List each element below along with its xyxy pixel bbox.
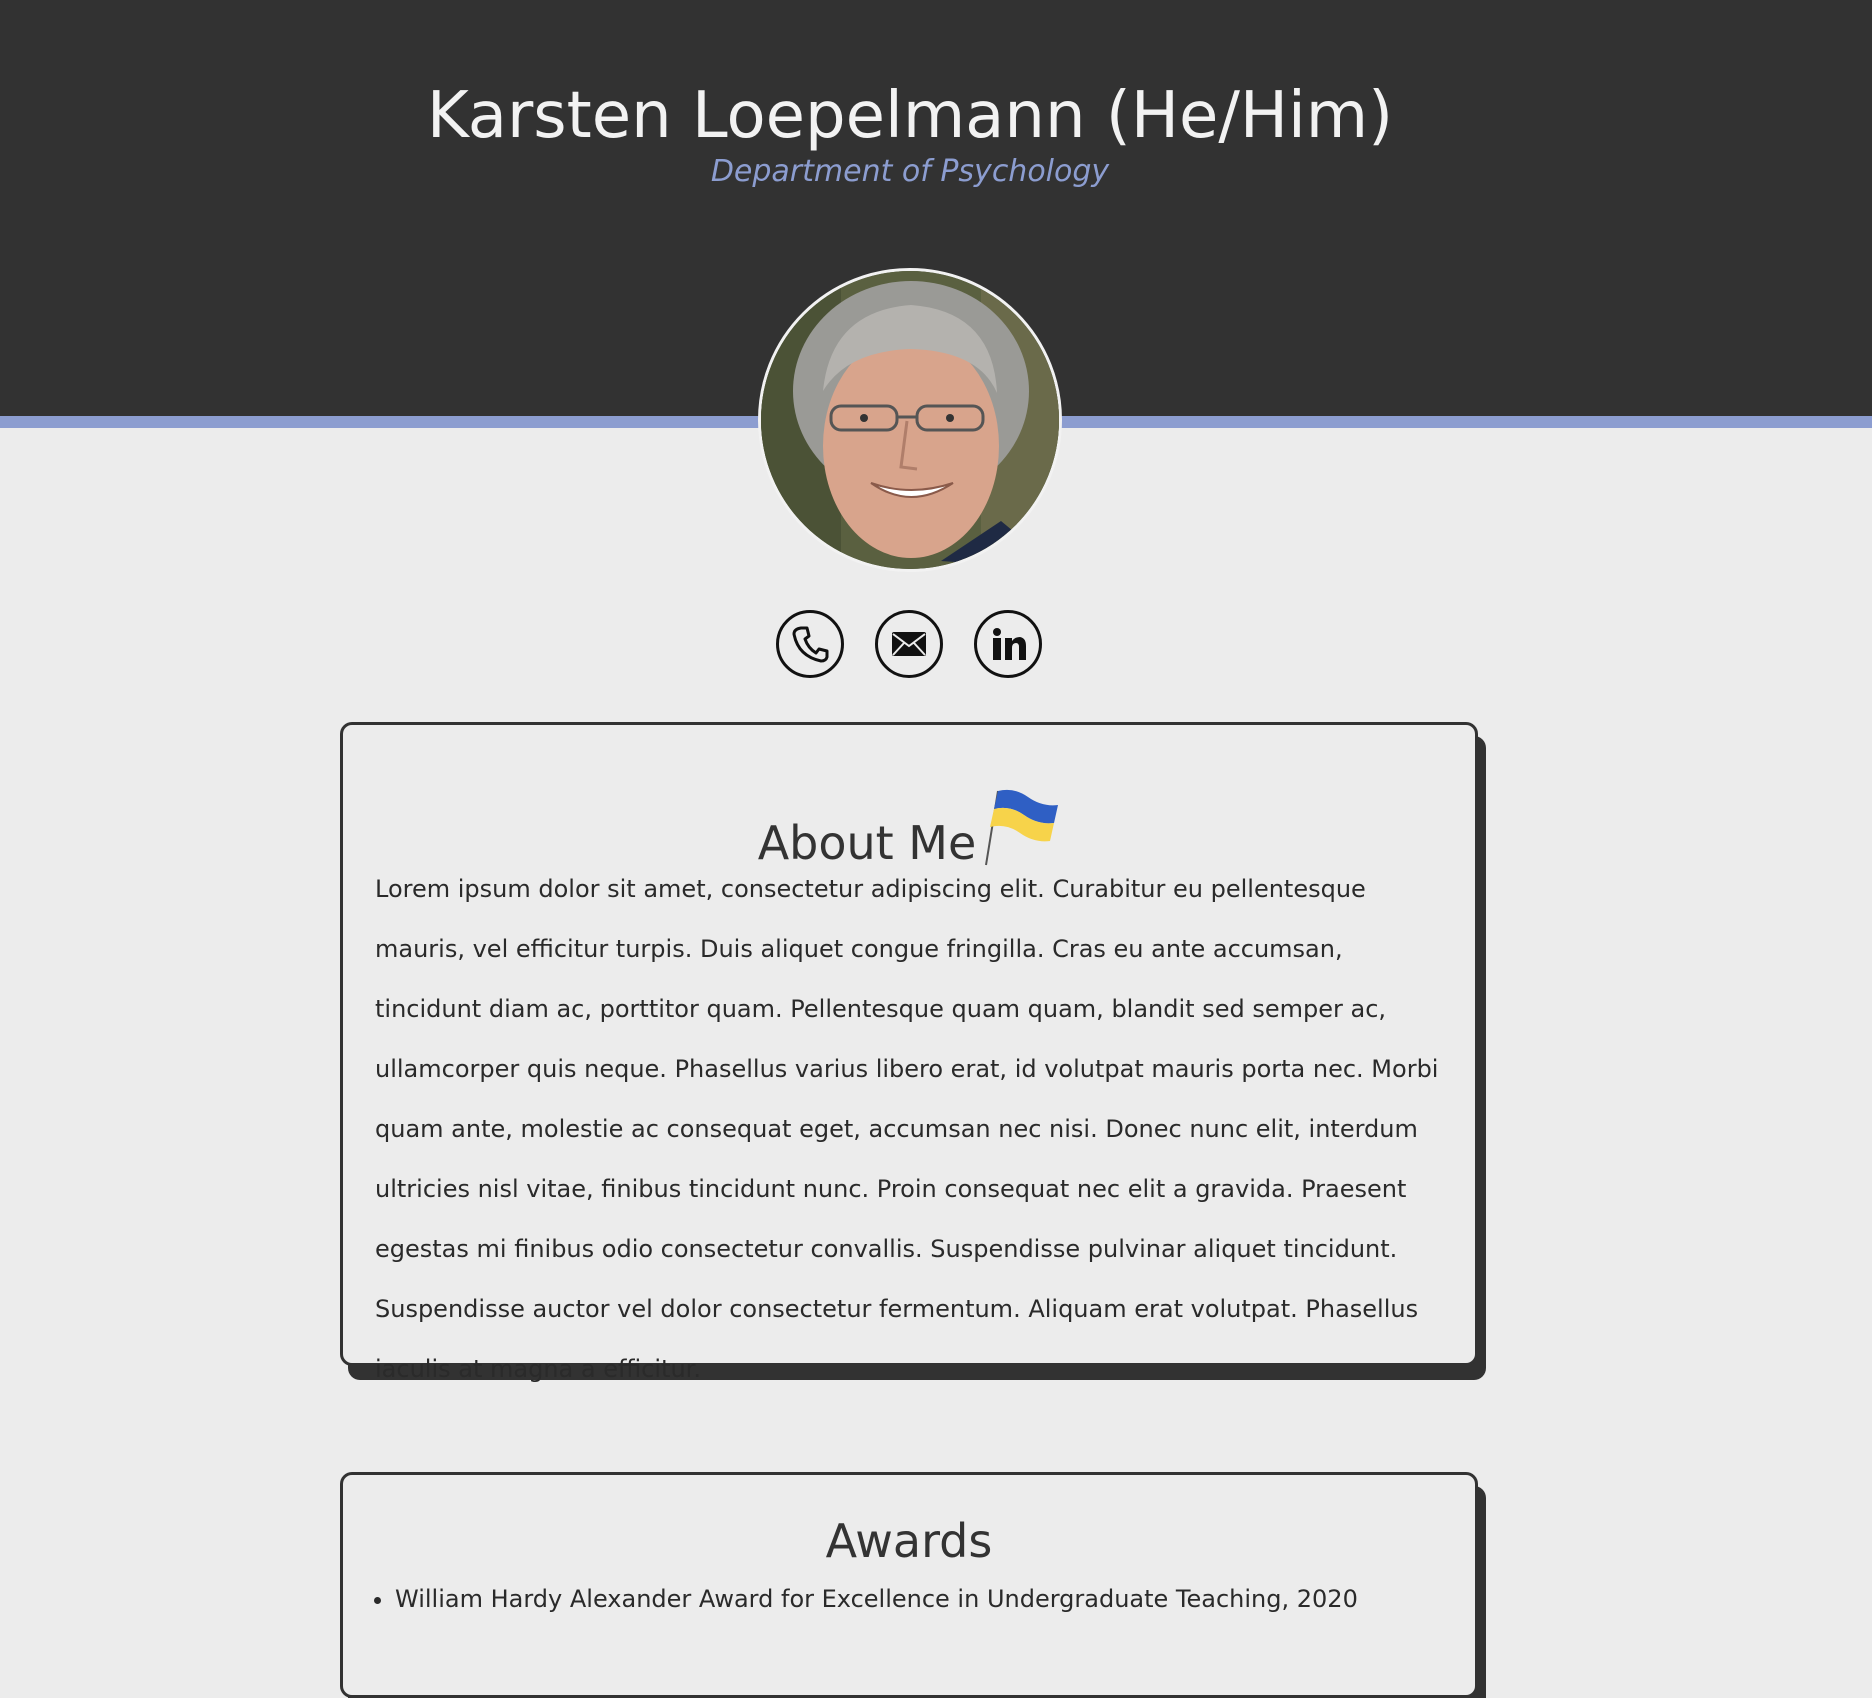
portrait-image	[761, 271, 1059, 569]
envelope-icon	[892, 632, 926, 656]
awards-list: William Hardy Alexander Award for Excell…	[375, 1579, 1475, 1619]
about-me-text: Lorem ipsum dolor sit amet, consectetur …	[375, 875, 1439, 1383]
awards-card: Awards William Hardy Alexander Award for…	[340, 1472, 1478, 1698]
profile-name: Karsten Loepelmann (He/Him)	[426, 79, 1394, 153]
phone-icon	[792, 626, 829, 663]
list-item: William Hardy Alexander Award for Excell…	[395, 1579, 1475, 1619]
linkedin-icon	[993, 628, 1026, 660]
linkedin-button[interactable]	[974, 610, 1042, 678]
contact-links	[776, 610, 1046, 678]
about-me-card: About Me Lorem ipsum dolor sit amet, con…	[340, 722, 1478, 1383]
phone-button[interactable]	[776, 610, 844, 678]
awards-heading: Awards	[825, 1514, 993, 1568]
department-name: Department of Psychology	[710, 154, 1110, 189]
email-button[interactable]	[875, 610, 943, 678]
profile-photo	[758, 268, 1062, 572]
